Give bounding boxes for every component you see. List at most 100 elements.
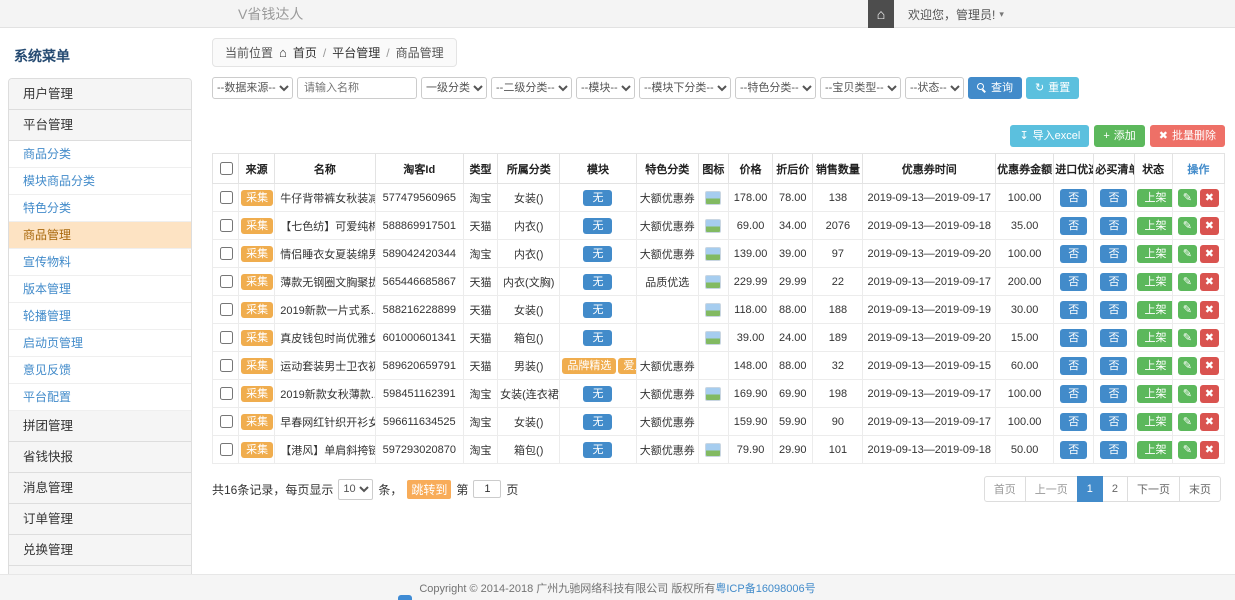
row-checkbox[interactable] [220, 247, 233, 260]
filter-select-4[interactable]: --特色分类-- [735, 77, 816, 99]
edit-button[interactable]: ✎ [1178, 357, 1197, 375]
page-button-3[interactable]: 2 [1102, 476, 1128, 502]
sidebar-item-16[interactable]: 兑换管理 [9, 535, 191, 566]
import-optional-toggle-button[interactable]: 否 [1060, 217, 1087, 235]
must-buy-toggle-button[interactable]: 否 [1100, 329, 1127, 347]
delete-button[interactable]: ✖ [1200, 441, 1219, 459]
row-checkbox[interactable] [220, 415, 233, 428]
edit-button[interactable]: ✎ [1178, 329, 1197, 347]
status-button[interactable]: 上架 [1137, 217, 1173, 235]
select-all-checkbox[interactable] [220, 162, 233, 175]
status-button[interactable]: 上架 [1137, 245, 1173, 263]
breadcrumb-platform-link[interactable]: 平台管理 [332, 44, 380, 61]
sidebar-item-sub-11[interactable]: 平台配置 [9, 384, 191, 411]
search-button[interactable]: 查询 [968, 77, 1022, 99]
sidebar-item-15[interactable]: 订单管理 [9, 504, 191, 535]
status-button[interactable]: 上架 [1137, 329, 1173, 347]
edit-button[interactable]: ✎ [1178, 273, 1197, 291]
sidebar-item-12[interactable]: 拼团管理 [9, 411, 191, 442]
user-menu[interactable]: 欢迎您，管理员! ▾ [908, 6, 1004, 23]
filter-select-3[interactable]: --模块下分类-- [639, 77, 731, 99]
sidebar-item-sub-4[interactable]: 特色分类 [9, 195, 191, 222]
must-buy-toggle-button[interactable]: 否 [1100, 273, 1127, 291]
import-optional-toggle-button[interactable]: 否 [1060, 385, 1087, 403]
must-buy-toggle-button[interactable]: 否 [1100, 301, 1127, 319]
must-buy-toggle-button[interactable]: 否 [1100, 413, 1127, 431]
row-checkbox[interactable] [220, 443, 233, 456]
sidebar-item-sub-7[interactable]: 版本管理 [9, 276, 191, 303]
import-optional-toggle-button[interactable]: 否 [1060, 301, 1087, 319]
reset-button[interactable]: ↻ 重置 [1026, 77, 1079, 99]
filter-select-2[interactable]: --模块-- [576, 77, 635, 99]
row-checkbox[interactable] [220, 303, 233, 316]
add-button[interactable]: + 添加 [1094, 125, 1144, 147]
filter-select-1[interactable]: --二级分类-- [491, 77, 572, 99]
status-button[interactable]: 上架 [1137, 357, 1173, 375]
sidebar-item-13[interactable]: 省钱快报 [9, 442, 191, 473]
status-button[interactable]: 上架 [1137, 301, 1173, 319]
row-checkbox[interactable] [220, 387, 233, 400]
import-optional-toggle-button[interactable]: 否 [1060, 329, 1087, 347]
import-optional-toggle-button[interactable]: 否 [1060, 245, 1087, 263]
must-buy-toggle-button[interactable]: 否 [1100, 245, 1127, 263]
sidebar-item-sub-5[interactable]: 商品管理 [9, 222, 191, 249]
delete-button[interactable]: ✖ [1200, 385, 1219, 403]
delete-button[interactable]: ✖ [1200, 217, 1219, 235]
data-source-select[interactable]: --数据来源-- [212, 77, 293, 99]
filter-select-5[interactable]: --宝贝类型-- [820, 77, 901, 99]
sidebar-item-sub-2[interactable]: 商品分类 [9, 141, 191, 168]
edit-button[interactable]: ✎ [1178, 245, 1197, 263]
sidebar-item-sub-8[interactable]: 轮播管理 [9, 303, 191, 330]
import-optional-toggle-button[interactable]: 否 [1060, 357, 1087, 375]
row-checkbox[interactable] [220, 275, 233, 288]
page-button-0[interactable]: 首页 [984, 476, 1026, 502]
sidebar-item-sub-10[interactable]: 意见反馈 [9, 357, 191, 384]
jump-to-label[interactable]: 跳转到 [407, 480, 451, 499]
status-button[interactable]: 上架 [1137, 189, 1173, 207]
page-button-1[interactable]: 上一页 [1025, 476, 1078, 502]
sidebar-item-sub-9[interactable]: 启动页管理 [9, 330, 191, 357]
import-optional-toggle-button[interactable]: 否 [1060, 441, 1087, 459]
filter-select-0[interactable]: 一级分类 [421, 77, 487, 99]
must-buy-toggle-button[interactable]: 否 [1100, 189, 1127, 207]
status-button[interactable]: 上架 [1137, 441, 1173, 459]
sidebar-item-sub-3[interactable]: 模块商品分类 [9, 168, 191, 195]
must-buy-toggle-button[interactable]: 否 [1100, 441, 1127, 459]
edit-button[interactable]: ✎ [1178, 441, 1197, 459]
must-buy-toggle-button[interactable]: 否 [1100, 217, 1127, 235]
status-button[interactable]: 上架 [1137, 385, 1173, 403]
sidebar-item-sub-6[interactable]: 宣传物料 [9, 249, 191, 276]
sidebar-item-1[interactable]: 平台管理 [9, 110, 191, 141]
sidebar-item-0[interactable]: 用户管理 [9, 79, 191, 110]
import-excel-button[interactable]: ↧ 导入excel [1010, 125, 1089, 147]
jump-page-input[interactable] [473, 480, 501, 498]
breadcrumb-home-link[interactable]: 首页 [293, 44, 317, 61]
per-page-select[interactable]: 10 [338, 479, 373, 500]
row-checkbox[interactable] [220, 191, 233, 204]
delete-button[interactable]: ✖ [1200, 301, 1219, 319]
delete-button[interactable]: ✖ [1200, 273, 1219, 291]
must-buy-toggle-button[interactable]: 否 [1100, 385, 1127, 403]
delete-button[interactable]: ✖ [1200, 329, 1219, 347]
status-button[interactable]: 上架 [1137, 273, 1173, 291]
edit-button[interactable]: ✎ [1178, 189, 1197, 207]
import-optional-toggle-button[interactable]: 否 [1060, 273, 1087, 291]
edit-button[interactable]: ✎ [1178, 413, 1197, 431]
name-search-input[interactable] [297, 77, 417, 99]
import-optional-toggle-button[interactable]: 否 [1060, 413, 1087, 431]
row-checkbox[interactable] [220, 331, 233, 344]
sidebar-item-14[interactable]: 消息管理 [9, 473, 191, 504]
icp-link[interactable]: 粤ICP备16098006号 [715, 580, 815, 596]
import-optional-toggle-button[interactable]: 否 [1060, 189, 1087, 207]
row-checkbox[interactable] [220, 359, 233, 372]
batch-delete-button[interactable]: ✖ 批量删除 [1150, 125, 1225, 147]
delete-button[interactable]: ✖ [1200, 413, 1219, 431]
status-button[interactable]: 上架 [1137, 413, 1173, 431]
row-checkbox[interactable] [220, 219, 233, 232]
page-button-4[interactable]: 下一页 [1127, 476, 1180, 502]
filter-select-6[interactable]: --状态-- [905, 77, 964, 99]
delete-button[interactable]: ✖ [1200, 357, 1219, 375]
edit-button[interactable]: ✎ [1178, 217, 1197, 235]
must-buy-toggle-button[interactable]: 否 [1100, 357, 1127, 375]
edit-button[interactable]: ✎ [1178, 385, 1197, 403]
